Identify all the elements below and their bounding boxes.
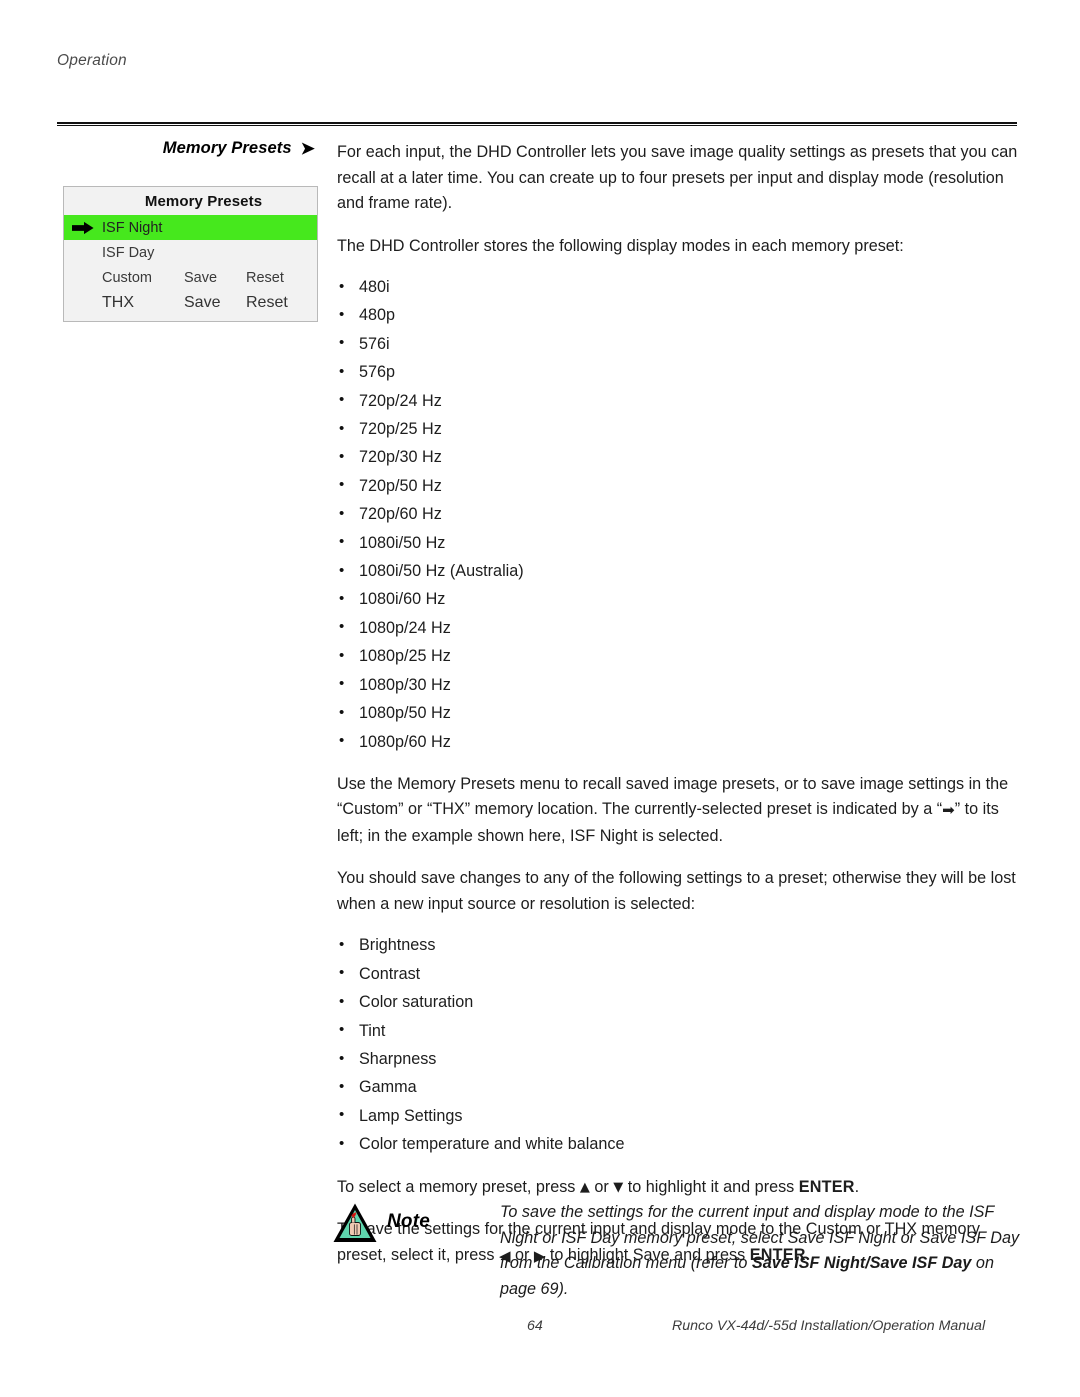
list-item: 1080i/50 Hz [337,528,1019,557]
section-heading: Memory Presets ➤ [57,138,315,159]
osd-row-reset[interactable]: Reset [246,270,308,286]
osd-row-save[interactable]: Save [184,270,246,286]
list-item: 1080p/24 Hz [337,613,1019,642]
header-divider-rule [57,122,1017,126]
section-heading-label: Memory Presets [162,139,292,157]
manual-title: Runco VX-44d/-55d Installation/Operation… [672,1318,986,1334]
selection-arrow-icon [72,221,94,234]
display-modes-lead: The DHD Controller stores the following … [337,236,904,255]
display-modes-list: 480i 480p 576i 576p 720p/24 Hz 720p/25 H… [337,272,1019,756]
list-item: Gamma [337,1073,1019,1102]
enter-key-label: ENTER [798,1177,855,1196]
list-item: 480p [337,301,1019,330]
list-item: 1080i/60 Hz [337,585,1019,614]
osd-row-custom[interactable]: Custom Save Reset [64,265,317,290]
osd-row-reset[interactable]: Reset [246,294,308,312]
osd-menu-title: Memory Presets [144,193,263,210]
list-item: 1080p/30 Hz [337,670,1019,699]
list-item: 720p/25 Hz [337,415,1019,444]
list-item: 1080p/60 Hz [337,727,1019,756]
note-triangle-hand-reminder-icon [333,1203,377,1242]
page-number: 64 [527,1318,543,1334]
osd-row-label: ISF Night [102,219,163,236]
margin-column: Memory Presets ➤ [57,138,315,159]
osd-memory-presets-menu: Memory Presets ISF Night ISF Day Custom … [63,186,318,322]
intro-paragraph: For each input, the DHD Controller lets … [337,143,1018,212]
settings-lead-paragraph: You should save changes to any of the fo… [337,869,1016,913]
select-preset-text-1: To select a memory preset, press [337,1177,580,1196]
list-item: 1080p/25 Hz [337,642,1019,671]
list-item: Brightness [337,931,1019,960]
note-text-bold-reference: Save ISF Night/Save ISF Day [751,1254,972,1272]
osd-row-label: ISF Day [102,244,155,261]
osd-row-isf-day[interactable]: ISF Day [64,240,317,265]
list-item: 720p/24 Hz [337,386,1019,415]
osd-row-label: THX [102,293,134,311]
osd-row-save[interactable]: Save [184,294,246,312]
list-item: 576i [337,329,1019,358]
list-item: 720p/30 Hz [337,443,1019,472]
up-triangle-icon: ▲ [579,1179,590,1195]
select-preset-paragraph: To select a memory preset, press ▲ or ▼ … [337,1175,1019,1201]
running-header: Operation [57,52,127,69]
section-heading-arrow-icon: ➤ [300,139,315,158]
list-item: 1080i/50 Hz (Australia) [337,557,1019,586]
usage-text-before: Use the Memory Presets menu to recall sa… [337,774,1009,819]
osd-row-thx[interactable]: THX Save Reset [64,290,317,315]
list-item: 480i [337,272,1019,301]
list-item: Tint [337,1016,1019,1045]
settings-list: Brightness Contrast Color saturation Tin… [337,931,1019,1159]
note-text: To save the settings for the current inp… [500,1200,1022,1302]
list-item: Contrast [337,959,1019,988]
select-preset-period: . [854,1177,860,1196]
note-marker: Note [332,1200,500,1244]
list-item: Sharpness [337,1045,1019,1074]
list-item: 576p [337,358,1019,387]
list-item: 720p/60 Hz [337,500,1019,529]
osd-row-isf-night[interactable]: ISF Night [64,215,317,240]
list-item: 1080p/50 Hz [337,699,1019,728]
list-item: 720p/50 Hz [337,471,1019,500]
list-item: Color temperature and white balance [337,1130,1019,1159]
select-preset-text-2: to highlight it and press [623,1177,799,1196]
select-preset-or: or [589,1177,614,1196]
note-callout: Note To save the settings for the curren… [332,1200,1022,1302]
note-label: Note [387,1211,431,1232]
inline-right-arrow-icon: ➡ [942,801,955,820]
list-item: Color saturation [337,988,1019,1017]
body-column: For each input, the DHD Controller lets … [337,140,1019,1286]
down-triangle-icon: ▼ [613,1179,624,1195]
manual-page: Operation Memory Presets ➤ Memory Presets… [0,0,1080,1397]
usage-paragraph: Use the Memory Presets menu to recall sa… [337,772,1019,850]
osd-row-label: Custom [102,269,152,286]
list-item: Lamp Settings [337,1101,1019,1130]
